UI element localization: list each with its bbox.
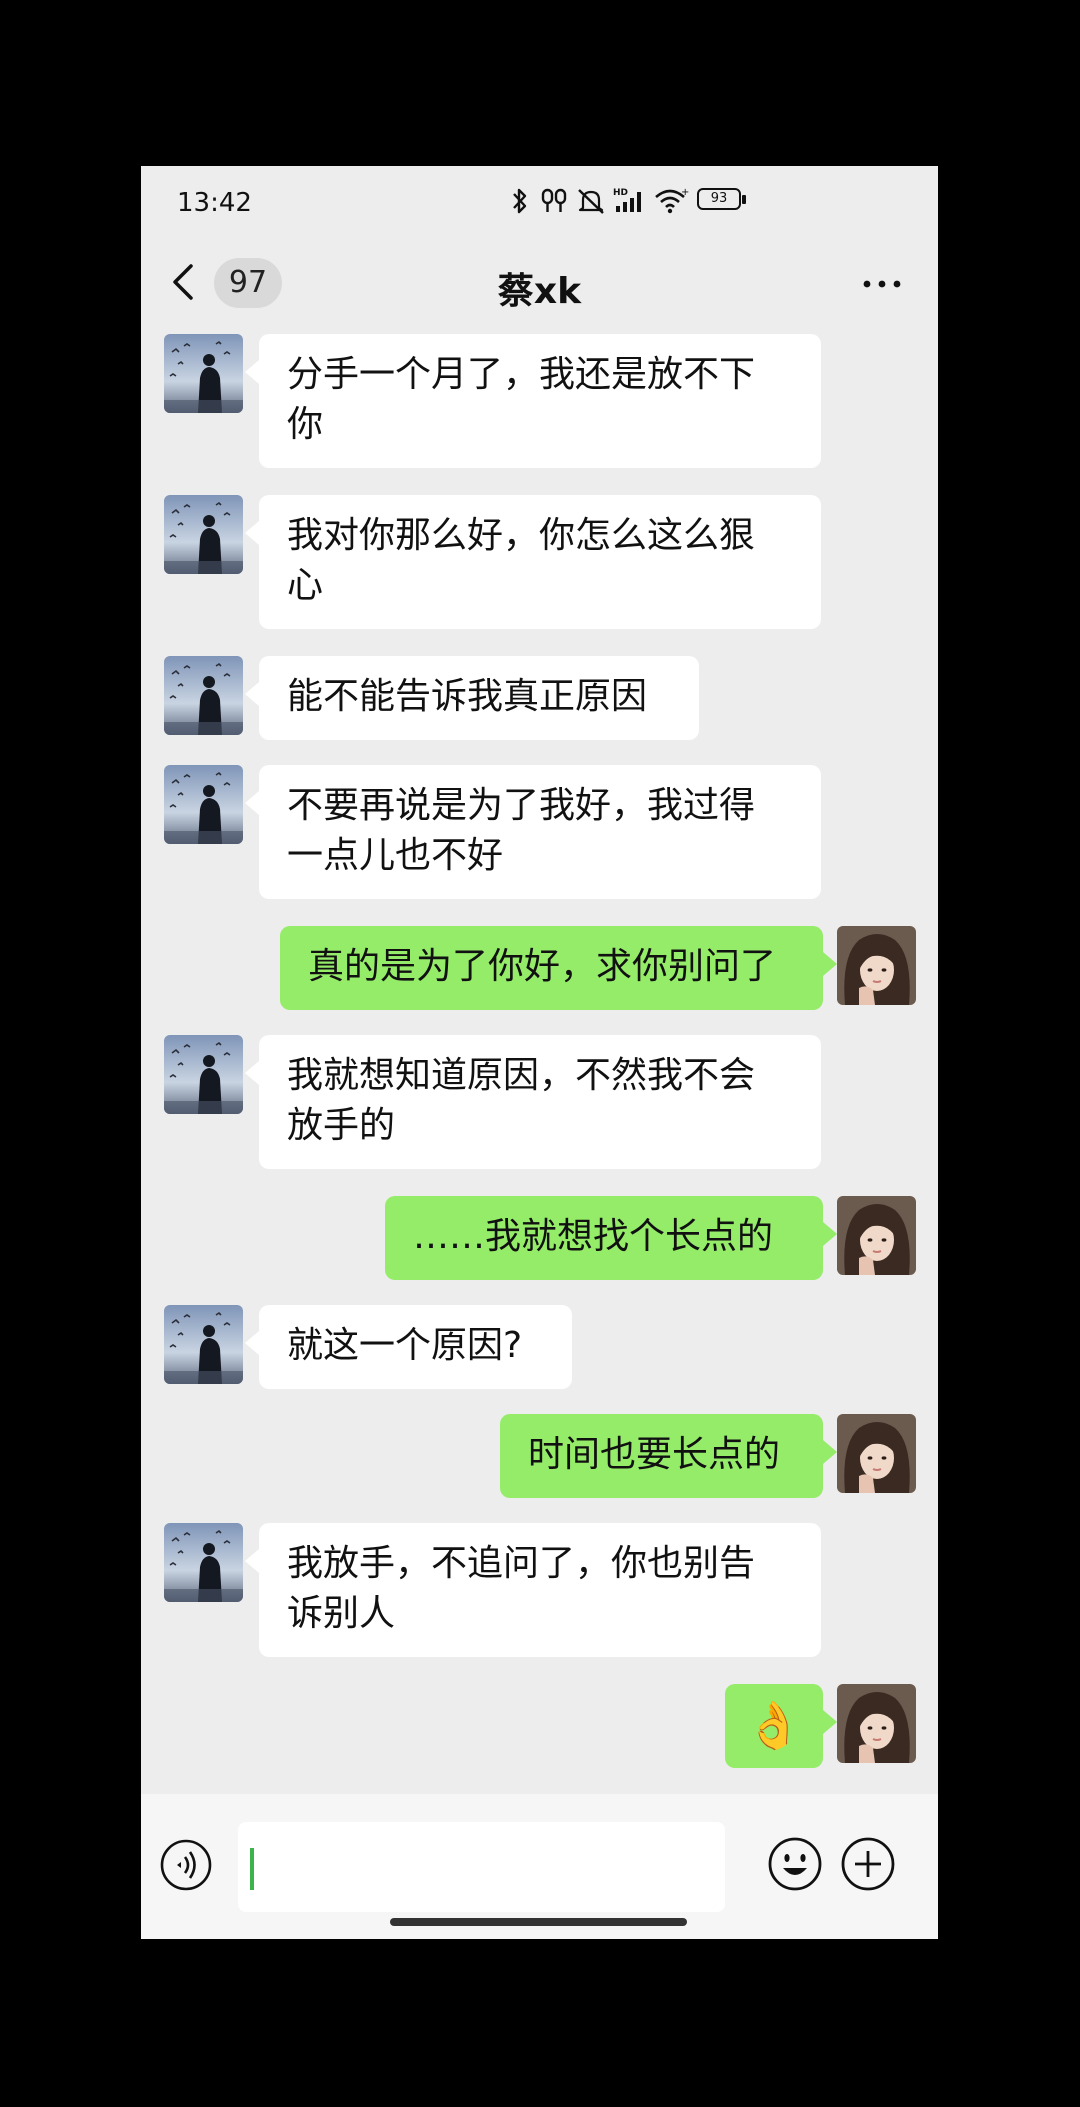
sent-message-bubble[interactable]: 时间也要长点的 — [500, 1414, 837, 1498]
message-list: 分手一个月了，我还是放不下你我对你那么好，你怎么这么狠心能不能告诉我真正原因 不要… — [141, 334, 938, 1939]
contact-avatar[interactable] — [164, 495, 243, 574]
my-avatar[interactable] — [837, 1414, 916, 1493]
battery-icon: 93 — [697, 188, 749, 214]
message-text-line: 你 — [287, 404, 324, 445]
message-text-line: 放手的 — [287, 1105, 396, 1146]
message-text-line: 我就想知道原因，不然我不会 — [287, 1055, 756, 1096]
message-text-line: 我对你那么好，你怎么这么狠 — [287, 515, 756, 556]
message-text-line: 就这一个原因? — [287, 1325, 523, 1366]
message-input[interactable] — [238, 1822, 725, 1912]
mute-icon — [578, 189, 604, 214]
chat-header: 97 蔡xk — [141, 234, 938, 334]
wifi-icon: + — [655, 187, 689, 214]
battery-level: 93 — [710, 191, 728, 206]
contact-avatar[interactable] — [164, 1523, 243, 1602]
emoji-icon[interactable] — [767, 1836, 823, 1892]
received-message-bubble[interactable]: 分手一个月了，我还是放不下你 — [245, 334, 821, 468]
received-message-bubble[interactable]: 就这一个原因? — [245, 1305, 572, 1389]
received-message-bubble[interactable]: 我对你那么好，你怎么这么狠心 — [245, 495, 821, 629]
received-message-bubble[interactable]: 我就想知道原因，不然我不会 放手的 — [245, 1035, 821, 1169]
chat-screen: 13:42 HD + 93 97 蔡xk 分手一个月了，我还是放不下 你 我对你… — [141, 166, 938, 1939]
sent-message-bubble[interactable]: 真的是为了你好，求你别问了 — [280, 926, 837, 1010]
contact-avatar[interactable] — [164, 1305, 243, 1384]
message-text-line: 诉别人 — [287, 1593, 396, 1634]
hd-signal-icon: HD — [613, 188, 641, 212]
message-text-line: 心 — [287, 565, 324, 606]
contact-avatar[interactable] — [164, 1035, 243, 1114]
sent-message-bubble[interactable]: 👌 — [725, 1684, 837, 1768]
my-avatar[interactable] — [837, 1684, 916, 1763]
plus-icon[interactable] — [840, 1836, 896, 1892]
bluetooth-icon — [513, 188, 527, 214]
message-text-line: 一点儿也不好 — [287, 835, 504, 876]
more-dots-icon[interactable] — [857, 264, 907, 304]
svg-text:HD: HD — [613, 188, 628, 198]
my-avatar[interactable] — [837, 1196, 916, 1275]
home-indicator[interactable] — [390, 1918, 687, 1926]
contact-avatar[interactable] — [164, 765, 243, 844]
chat-title: 蔡xk — [497, 271, 582, 312]
earbuds-icon — [541, 188, 567, 212]
ok-hand-emoji: 👌 — [745, 1698, 803, 1752]
svg-text:+: + — [681, 187, 689, 198]
received-message-bubble[interactable]: 我放手，不追问了，你也别告 诉别人 — [245, 1523, 821, 1657]
message-text-line: 真的是为了你好，求你别问了 — [308, 946, 777, 987]
input-caret — [250, 1848, 254, 1890]
sent-message-bubble[interactable]: ……我就想找个长点的 — [385, 1196, 837, 1280]
status-time: 13:42 — [177, 188, 252, 218]
contact-avatar[interactable] — [164, 656, 243, 735]
received-message-bubble[interactable]: 不要再说是为了我好，我过得 一点儿也不好 — [245, 765, 821, 899]
status-bar: 13:42 HD + 93 — [141, 166, 938, 234]
message-text-line: 时间也要长点的 — [528, 1434, 781, 1475]
message-text-line: 分手一个月了，我还是放不下 — [287, 354, 756, 395]
message-text-line: 不要再说是为了我好，我过得 — [287, 785, 756, 826]
contact-avatar[interactable] — [164, 334, 243, 413]
message-text-line: 我放手，不追问了，你也别告 — [287, 1543, 756, 1584]
received-message-bubble[interactable]: 能不能告诉我真正原因 — [245, 656, 699, 740]
message-text-line: 能不能告诉我真正原因 — [287, 676, 648, 717]
message-text-line: ……我就想找个长点的 — [413, 1216, 774, 1257]
my-avatar[interactable] — [837, 926, 916, 1005]
voice-icon[interactable] — [160, 1839, 212, 1891]
